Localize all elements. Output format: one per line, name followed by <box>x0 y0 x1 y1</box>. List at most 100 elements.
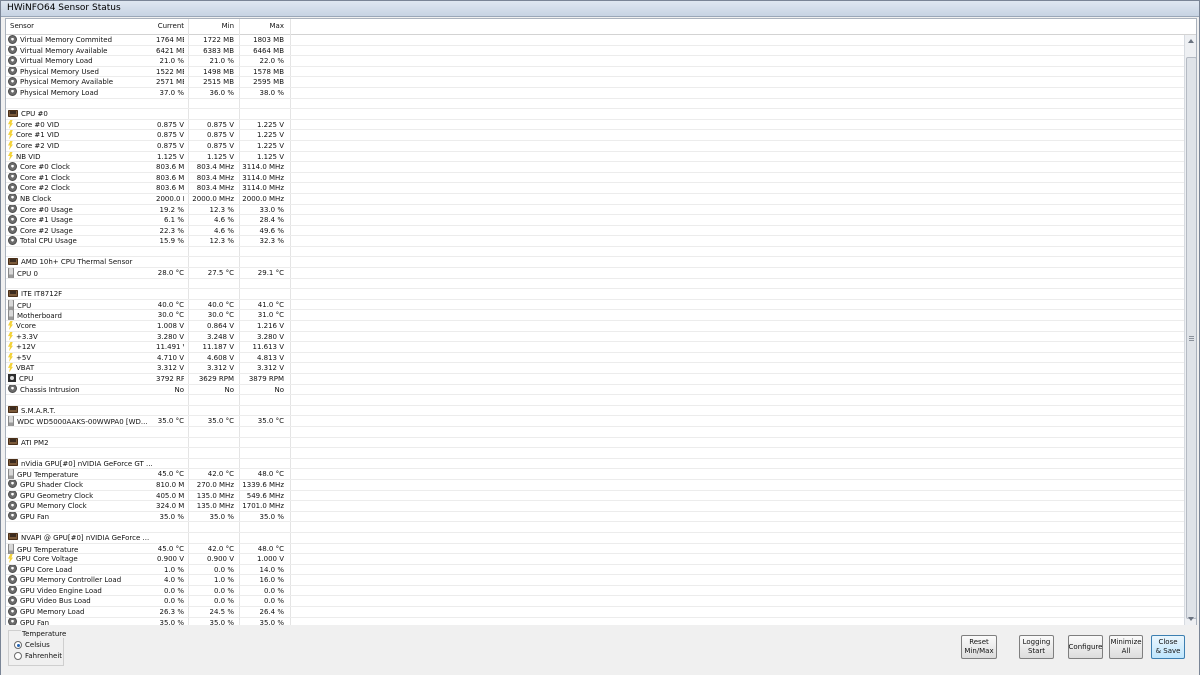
column-header-max[interactable]: Max <box>238 22 284 30</box>
table-row[interactable]: Chassis Intrusion No No No <box>6 384 1184 396</box>
table-row[interactable]: GPU Video Bus Load 0.0 % 0.0 % 0.0 % <box>6 596 1184 608</box>
current-value: 45.0 °C <box>157 470 184 479</box>
sensor-group-row[interactable]: AMD 10h+ CPU Thermal Sensor <box>6 257 1184 269</box>
table-row[interactable]: Total CPU Usage 15.9 % 12.3 % 32.3 % <box>6 236 1184 247</box>
table-row[interactable]: Core #1 Clock 803.6 MHz 803.4 MHz 3114.0 MH… <box>6 172 1184 184</box>
configure-button[interactable]: Configure <box>1068 635 1103 659</box>
sensor-label: Core #1 VID <box>16 131 60 140</box>
sensor-chip-icon <box>8 257 18 265</box>
min-value: 803.4 MHz <box>196 163 234 172</box>
table-row[interactable]: Core #0 Clock 803.6 MHz 803.4 MHz 3114.0 MH… <box>6 162 1184 173</box>
table-row[interactable]: Core #0 Usage 19.2 % 12.3 % 33.0 % <box>6 204 1184 216</box>
sensor-group-row[interactable]: S.M.A.R.T. <box>6 406 1184 417</box>
table-row[interactable]: +3.3V 3.280 V 3.248 V 3.280 V <box>6 331 1184 343</box>
table-row[interactable]: Core #1 VID 0.875 V 0.875 V 1.225 V <box>6 130 1184 141</box>
max-value: 2000.0 MHz <box>242 194 284 203</box>
min-value: 12.3 % <box>209 205 234 214</box>
current-value: 803.6 MHz <box>156 163 184 172</box>
spacer-row <box>6 99 1184 110</box>
close-save-button[interactable]: Close & Save <box>1151 635 1185 659</box>
max-value: 14.0 % <box>259 565 284 574</box>
min-value: 270.0 MHz <box>196 480 234 489</box>
column-header-min[interactable]: Min <box>192 22 234 30</box>
table-row[interactable]: Vcore 1.008 V 0.864 V 1.216 V <box>6 321 1184 332</box>
table-row[interactable]: NB VID 1.125 V 1.125 V 1.125 V <box>6 151 1184 163</box>
table-row[interactable]: Virtual Memory Commited 1764 MB 1722 MB 180… <box>6 35 1184 46</box>
table-row[interactable]: CPU 3792 RPM 3629 RPM 3879 RPM <box>6 374 1184 385</box>
reset-min-max-button[interactable]: Reset Min/Max <box>961 635 997 659</box>
table-row[interactable]: GPU Shader Clock 810.0 MHz 270.0 MHz 1339.6… <box>6 479 1184 491</box>
celsius-radio[interactable]: Celsius <box>14 641 50 649</box>
table-row[interactable]: Motherboard 30.0 °C 30.0 °C 31.0 °C <box>6 310 1184 322</box>
table-row[interactable]: WDC WD5000AAKS-00WWPA0 [WD... 35.0 °C 35.0… <box>6 416 1184 427</box>
table-row[interactable]: GPU Video Engine Load 0.0 % 0.0 % 0.0 % <box>6 585 1184 597</box>
table-row[interactable]: GPU Memory Controller Load 4.0 % 1.0 % 16.0… <box>6 575 1184 586</box>
table-row[interactable]: GPU Geometry Clock 405.0 MHz 135.0 MHz 549.… <box>6 490 1184 502</box>
gauge-icon <box>8 511 17 521</box>
sensor-name: +3.3V <box>8 331 158 342</box>
scroll-thumb[interactable] <box>1186 57 1196 619</box>
sensor-label: GPU Core Load <box>20 565 73 574</box>
thermometer-icon <box>8 310 14 321</box>
table-row[interactable]: +12V 11.491 V 11.187 V 11.613 V <box>6 342 1184 353</box>
sensor-name: Vcore <box>8 321 158 331</box>
min-value: 21.0 % <box>209 57 234 66</box>
sensor-group-row[interactable]: CPU #0 <box>6 109 1184 120</box>
current-value: 35.0 % <box>159 512 184 521</box>
table-row[interactable]: Physical Memory Used 1522 MB 1498 MB 1578 M… <box>6 66 1184 78</box>
sensor-chip-icon <box>8 459 18 467</box>
table-row[interactable]: Core #2 Clock 803.6 MHz 803.4 MHz 3114.0 MH… <box>6 183 1184 194</box>
table-row[interactable]: Core #0 VID 0.875 V 0.875 V 1.225 V <box>6 119 1184 131</box>
gauge-icon <box>8 384 17 394</box>
table-row[interactable]: Physical Memory Available 2571 MB 2515 MB 2… <box>6 77 1184 88</box>
sensor-label: Vcore <box>16 322 36 331</box>
current-value: 6.1 % <box>163 216 184 225</box>
table-row[interactable]: CPU 0 28.0 °C 27.5 °C 29.1 °C <box>6 268 1184 279</box>
min-value: 0.0 % <box>213 565 234 574</box>
column-header-sensor[interactable]: Sensor <box>10 22 34 30</box>
sensor-name: CPU <box>8 299 158 310</box>
logging-start-button[interactable]: Logging Start <box>1019 635 1054 659</box>
table-row[interactable]: CPU 40.0 °C 40.0 °C 41.0 °C <box>6 299 1184 311</box>
table-row[interactable]: Physical Memory Load 37.0 % 36.0 % 38.0 % <box>6 87 1184 99</box>
sensor-name: WDC WD5000AAKS-00WWPA0 [WD... <box>8 416 158 427</box>
sensor-label: S.M.A.R.T. <box>21 406 56 415</box>
vertical-scrollbar[interactable] <box>1184 35 1196 625</box>
table-row[interactable]: +5V 4.710 V 4.608 V 4.813 V <box>6 352 1184 364</box>
min-value: 2515 MB <box>203 78 234 87</box>
sensor-name: Physical Memory Available <box>8 77 158 87</box>
table-row[interactable]: GPU Core Load 1.0 % 0.0 % 14.0 % <box>6 564 1184 576</box>
fahrenheit-radio[interactable]: Fahrenheit <box>14 652 62 660</box>
table-row[interactable]: Virtual Memory Available 6421 MB 6383 MB 64… <box>6 45 1184 57</box>
column-header-current[interactable]: Current <box>156 22 184 30</box>
celsius-label: Celsius <box>25 641 50 649</box>
sensor-group-row[interactable]: ATI PM2 <box>6 438 1184 449</box>
scroll-up-arrow-icon[interactable] <box>1188 39 1194 43</box>
table-row[interactable]: GPU Temperature 45.0 °C 42.0 °C 48.0 °C <box>6 543 1184 555</box>
voltage-icon <box>8 363 13 373</box>
current-value: 19.2 % <box>159 205 184 214</box>
group-name: AMD 10h+ CPU Thermal Sensor <box>8 257 158 267</box>
sensor-label: Core #2 Usage <box>20 226 73 235</box>
sensor-group-row[interactable]: ITE IT8712F <box>6 289 1184 300</box>
scroll-down-arrow-icon[interactable] <box>1188 617 1194 621</box>
table-row[interactable]: NB Clock 2000.0 MHz 2000.0 MHz 2000.0 MHz <box>6 193 1184 205</box>
table-row[interactable]: GPU Memory Clock 324.0 MHz 135.0 MHz 1701.0… <box>6 501 1184 512</box>
sensor-group-row[interactable]: NVAPI @ GPU[#0] nVIDIA GeForce ... <box>6 533 1184 544</box>
table-row[interactable]: Core #2 Usage 22.3 % 4.6 % 49.6 % <box>6 225 1184 237</box>
table-row[interactable]: GPU Fan 35.0 % 35.0 % 35.0 % <box>6 511 1184 523</box>
table-row[interactable]: GPU Core Voltage 0.900 V 0.900 V 1.000 V <box>6 554 1184 565</box>
table-row[interactable]: Core #2 VID 0.875 V 0.875 V 1.225 V <box>6 140 1184 152</box>
table-row[interactable]: GPU Memory Load 26.3 % 24.5 % 26.4 % <box>6 607 1184 618</box>
min-value: 0.875 V <box>206 120 234 129</box>
gauge-icon <box>8 193 17 203</box>
minimize-all-button[interactable]: Minimize All <box>1109 635 1143 659</box>
table-row[interactable]: Core #1 Usage 6.1 % 4.6 % 28.4 % <box>6 215 1184 226</box>
sensor-group-row[interactable]: nVidia GPU[#0] nVIDIA GeForce GT ... <box>6 459 1184 470</box>
table-row[interactable]: VBAT 3.312 V 3.312 V 3.312 V <box>6 363 1184 374</box>
table-row[interactable]: GPU Temperature 45.0 °C 42.0 °C 48.0 °C <box>6 469 1184 480</box>
table-row[interactable]: Virtual Memory Load 21.0 % 21.0 % 22.0 % <box>6 56 1184 67</box>
sensor-name: GPU Geometry Clock <box>8 490 158 501</box>
title-bar[interactable]: HWiNFO64 Sensor Status <box>1 1 1199 17</box>
gauge-icon <box>8 215 17 224</box>
